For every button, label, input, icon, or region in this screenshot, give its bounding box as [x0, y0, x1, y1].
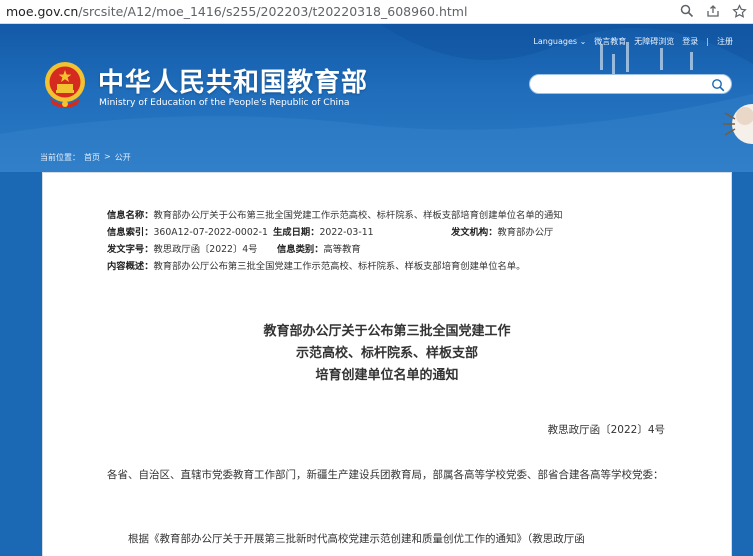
article-card: 信息名称：教育部办公厅关于公布第三批全国党建工作示范高校、标杆院系、样板支部培育… [42, 172, 732, 556]
info-name-label: 信息名称： [107, 210, 154, 221]
link-separator: | [706, 37, 709, 46]
article-title: 教育部办公厅关于公布第三批全国党建工作 示范高校、标杆院系、样板支部 培育创建单… [43, 321, 731, 387]
info-summary-value: 教育部办公厅公布第三批全国党建工作示范高校、标杆院系、样板支部培育创建单位名单。 [153, 261, 526, 272]
site-name-english: Ministry of Education of the People's Re… [99, 97, 350, 108]
info-row-name: 信息名称：教育部办公厅关于公布第三批全国党建工作示范高校、标杆院系、样板支部培育… [107, 207, 563, 224]
breadcrumb-home[interactable]: 首页 [84, 152, 100, 163]
accessible-link[interactable]: 无障碍浏览 [634, 36, 674, 47]
info-row-docno: 发文字号：教思政厅函〔2022〕4号 信息类别：高等教育 [107, 241, 563, 258]
info-row-summary: 内容概述：教育部办公厅公布第三批全国党建工作示范高校、标杆院系、样板支部培育创建… [107, 258, 563, 275]
browser-address-bar[interactable]: moe.gov.cn/srcsite/A12/moe_1416/s255/202… [0, 0, 753, 24]
article-title-line1: 教育部办公厅关于公布第三批全国党建工作 [263, 324, 511, 339]
url-text[interactable]: moe.gov.cn/srcsite/A12/moe_1416/s255/202… [0, 4, 467, 19]
info-issuer-label: 发文机构： [451, 227, 498, 238]
info-summary-label: 内容概述： [107, 261, 154, 272]
login-link[interactable]: 登录 [682, 36, 698, 47]
info-name-value: 教育部办公厅关于公布第三批全国党建工作示范高校、标杆院系、样板支部培育创建单位名… [153, 210, 563, 221]
info-date-label: 生成日期： [273, 227, 320, 238]
breadcrumb-label: 当前位置： [40, 153, 80, 162]
info-docno-value: 教思政厅函〔2022〕4号 [153, 244, 258, 255]
article-title-line2: 示范高校、标杆院系、样板支部 [295, 346, 478, 361]
chevron-down-icon: ⌄ [579, 37, 587, 46]
search-icon[interactable] [711, 78, 725, 92]
breadcrumb-section[interactable]: 公开 [115, 152, 131, 163]
article-title-line3: 培育创建单位名单的通知 [315, 368, 459, 383]
mobile-link[interactable]: 微言教育 [594, 36, 626, 47]
bookmark-star-icon[interactable] [731, 3, 747, 19]
document-number: 教思政厅函〔2022〕4号 [547, 424, 665, 436]
site-header: Languages ⌄ 微言教育 无障碍浏览 登录 | 注册 中华人民共和国教育… [0, 24, 753, 172]
info-table: 信息名称：教育部办公厅关于公布第三批全国党建工作示范高校、标杆院系、样板支部培育… [107, 207, 563, 275]
info-docno-label: 发文字号： [107, 244, 154, 255]
site-name-chinese[interactable]: 中华人民共和国教育部 [98, 62, 368, 99]
info-date-value: 2022-03-11 [319, 227, 374, 238]
info-category-value: 高等教育 [323, 244, 361, 255]
zoom-icon[interactable] [679, 3, 695, 19]
article-paragraph-1: 各省、自治区、直辖市党委教育工作部门，新疆生产建设兵团教育局，部属各高等学校党委… [107, 469, 664, 481]
info-category-label: 信息类别： [277, 244, 324, 255]
info-index-label: 信息索引： [107, 227, 154, 238]
top-links: Languages ⌄ 微言教育 无障碍浏览 登录 | 注册 [533, 36, 733, 47]
breadcrumb-sep: > [104, 152, 111, 161]
info-row-index: 信息索引：360A12-07-2022-0002-1 生成日期：2022-03-… [107, 224, 563, 241]
url-host: moe.gov.cn [6, 4, 79, 19]
share-icon[interactable] [705, 3, 721, 19]
languages-link[interactable]: Languages ⌄ [533, 37, 586, 46]
breadcrumb: 当前位置： 首页 > 公开 [40, 152, 131, 163]
article-paragraph-2: 根据《教育部办公厅关于开展第三批新时代高校党建示范创建和质量创优工作的通知》（教… [128, 533, 585, 545]
national-emblem-icon[interactable] [42, 60, 88, 110]
url-path: /srcsite/A12/moe_1416/s255/202203/t20220… [78, 4, 468, 19]
register-link[interactable]: 注册 [717, 36, 733, 47]
info-issuer-value: 教育部办公厅 [497, 227, 554, 238]
search-input[interactable] [529, 74, 732, 94]
info-index-value: 360A12-07-2022-0002-1 [153, 227, 268, 238]
